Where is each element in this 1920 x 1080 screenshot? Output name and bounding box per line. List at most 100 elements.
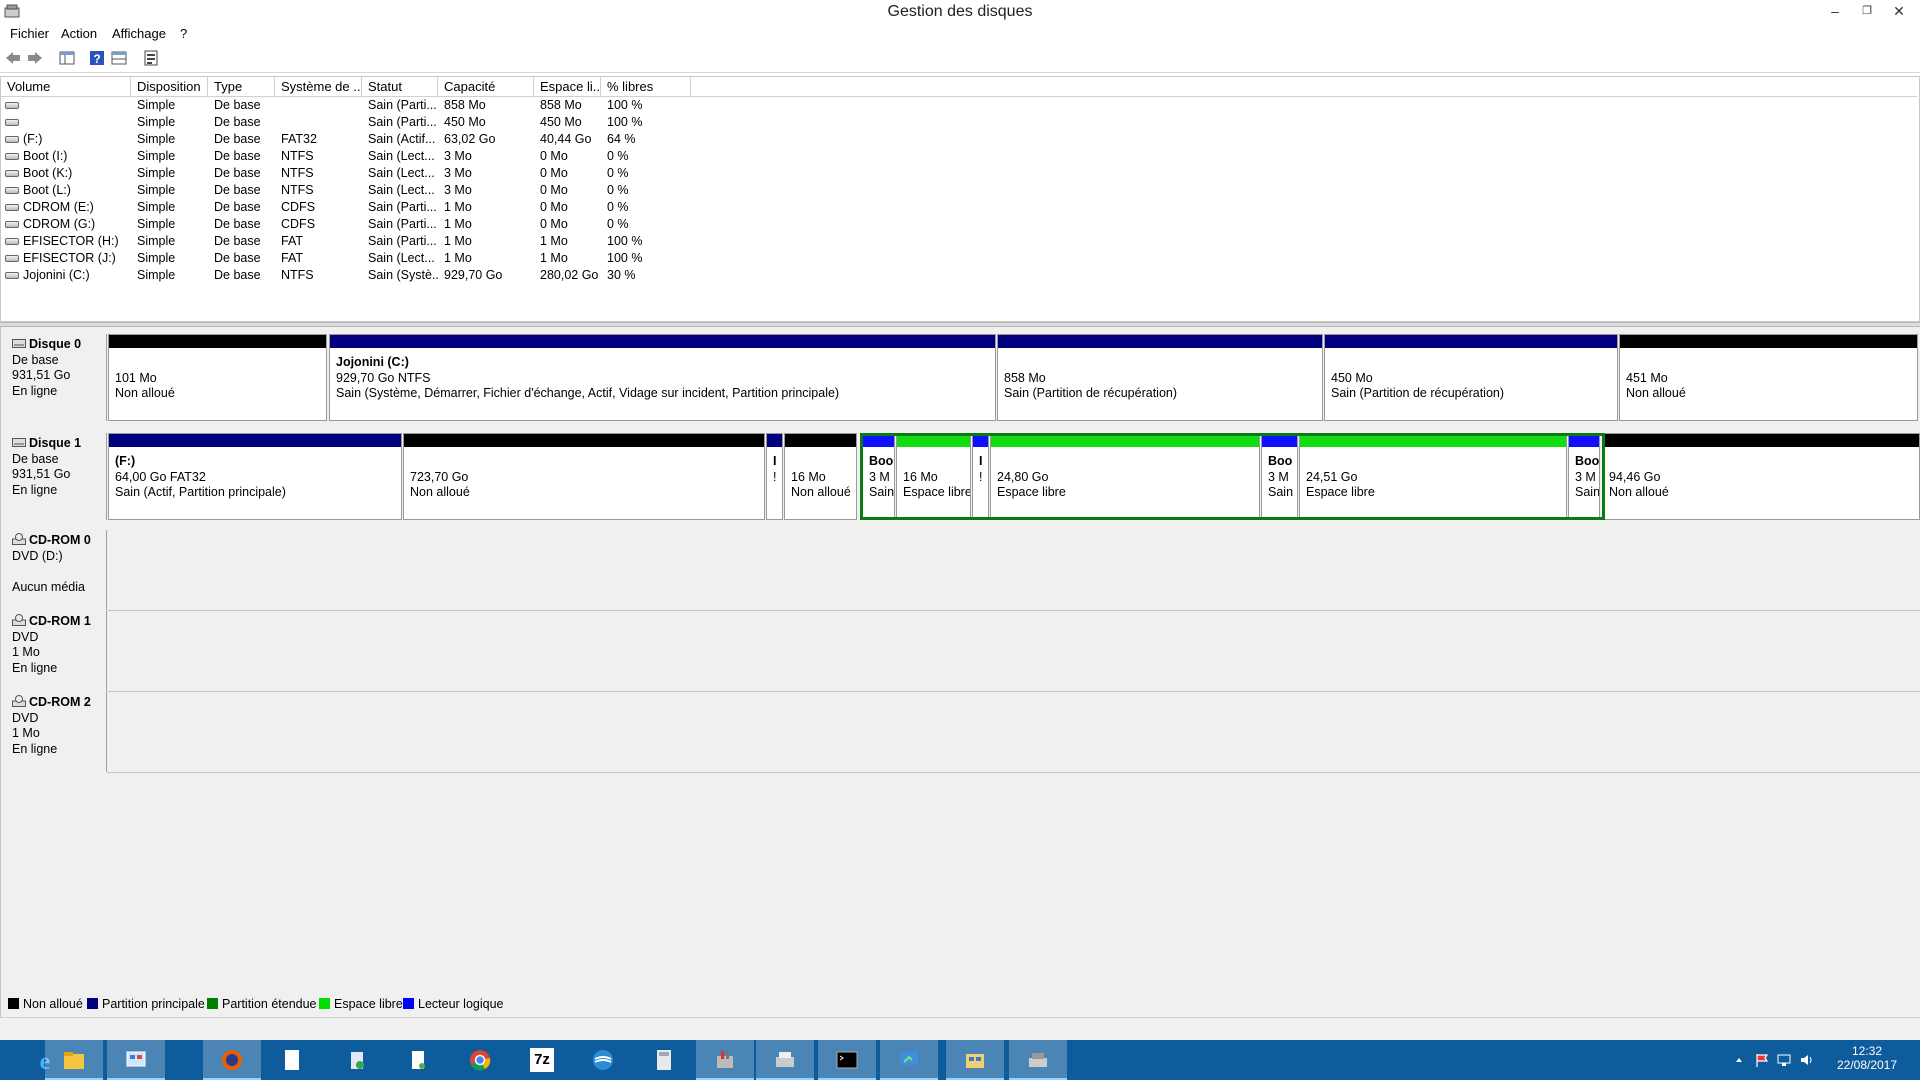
partition-logical[interactable]: Boo 3 M Sain	[1568, 433, 1600, 520]
table-row[interactable]: Boot (L:) Simple De base NTFS Sain (Lect... 3…	[1, 182, 1917, 199]
tools-button[interactable]	[696, 1040, 754, 1080]
minimize-button[interactable]: –	[1820, 0, 1850, 22]
action-center-flag-icon[interactable]	[1754, 1052, 1770, 1068]
table-row[interactable]: CDROM (E:) Simple De base CDFS Sain (Parti..…	[1, 199, 1917, 216]
partition-logical[interactable]: Boo 3 M Sain	[1261, 433, 1298, 520]
partition-free[interactable]: 24,80 Go Espace libre	[990, 433, 1260, 520]
disk-label[interactable]: Disque 0 De base 931,51 Go En ligne	[3, 334, 107, 421]
partition-unallocated[interactable]: 94,46 Go Non alloué	[1602, 433, 1920, 520]
partition-primary[interactable]: 450 Mo Sain (Partition de récupération)	[1324, 334, 1618, 421]
chrome-button[interactable]	[451, 1040, 509, 1080]
partition-unallocated[interactable]: 723,70 Go Non alloué	[403, 433, 765, 520]
partition-bar	[1300, 434, 1566, 447]
cdrom-label[interactable]: CD-ROM 2 DVD 1 Mo En ligne	[3, 692, 107, 772]
file-button[interactable]	[389, 1040, 447, 1080]
menu-bar: Fichier Action Affichage ?	[0, 24, 1920, 44]
partition-status: Sain	[1268, 485, 1294, 499]
table-row[interactable]: Boot (K:) Simple De base NTFS Sain (Lect... 3…	[1, 165, 1917, 182]
volume-icon	[5, 187, 19, 194]
menu-affichage[interactable]: Affichage	[112, 26, 166, 41]
partition-info: 101 Mo Non alloué	[115, 355, 175, 402]
disk-label[interactable]: Disque 1 De base 931,51 Go En ligne	[3, 433, 107, 520]
column-header-status[interactable]: Statut	[362, 77, 438, 96]
status-bar	[0, 1017, 1920, 1040]
partition-unallocated[interactable]: 16 Mo Non alloué	[784, 433, 857, 520]
cdrom-media-area[interactable]	[107, 530, 1920, 611]
menu-help[interactable]: ?	[180, 26, 187, 41]
forward-arrow-icon[interactable]	[26, 49, 44, 67]
table-row[interactable]: Boot (I:) Simple De base NTFS Sain (Lect... 3…	[1, 148, 1917, 165]
column-header-filesystem[interactable]: Système de ...	[275, 77, 362, 96]
table-row[interactable]: CDROM (G:) Simple De base CDFS Sain (Parti..…	[1, 216, 1917, 233]
table-row[interactable]: (F:) Simple De base FAT32 Sain (Actif... 63,0…	[1, 131, 1917, 148]
cd-drive-icon	[12, 695, 26, 707]
column-header-disposition[interactable]: Disposition	[131, 77, 208, 96]
network-button[interactable]	[946, 1040, 1004, 1080]
control-panel-button[interactable]	[107, 1040, 165, 1080]
cdrom-label[interactable]: CD-ROM 0 DVD (D:) Aucun média	[3, 530, 107, 610]
table-row[interactable]: EFISECTOR (J:) Simple De base FAT Sain (Lect…	[1, 250, 1917, 267]
column-header-percent-free[interactable]: % libres	[601, 77, 691, 96]
cell-type: De base	[214, 268, 261, 282]
partition-primary[interactable]: (F:) 64,00 Go FAT32 Sain (Actif, Partition…	[108, 433, 402, 520]
clock[interactable]: 12:32 22/08/2017	[1832, 1040, 1902, 1080]
partition-info: 450 Mo Sain (Partition de récupération)	[1331, 355, 1504, 402]
column-header-capacity[interactable]: Capacité	[438, 77, 534, 96]
table-row[interactable]: Simple De base Sain (Parti... 450 Mo 450 Mo 1…	[1, 114, 1917, 131]
partition-logical[interactable]: Boo 3 M Sain	[862, 433, 895, 520]
cdrom-label[interactable]: CD-ROM 1 DVD 1 Mo En ligne	[3, 611, 107, 691]
partition-status: Espace libre	[997, 485, 1066, 499]
volume-icon	[5, 102, 19, 109]
maximize-button[interactable]: ❐	[1852, 0, 1882, 22]
file-explorer-button[interactable]	[45, 1040, 103, 1080]
partition-size: 723,70 Go	[410, 469, 469, 484]
volume-name: EFISECTOR (J:)	[23, 251, 116, 265]
cdrom-row-0: CD-ROM 0 DVD (D:) Aucun média	[1, 530, 1920, 611]
cell-filesystem: NTFS	[281, 268, 314, 282]
partition-primary[interactable]: Jojonini (C:) 929,70 Go NTFS Sain (Système…	[329, 334, 996, 421]
settings-icon[interactable]	[142, 49, 160, 67]
view-icon[interactable]	[110, 49, 128, 67]
menu-action[interactable]: Action	[61, 26, 97, 41]
table-row[interactable]: EFISECTOR (H:) Simple De base FAT Sain (Part…	[1, 233, 1917, 250]
table-row[interactable]: Jojonini (C:) Simple De base NTFS Sain (Syst…	[1, 267, 1917, 284]
menu-fichier[interactable]: Fichier	[10, 26, 49, 41]
properties-icon[interactable]	[58, 49, 76, 67]
partition-logical[interactable]: I!	[972, 433, 989, 520]
tray-expand-icon[interactable]	[1734, 1055, 1744, 1065]
calculator-button[interactable]	[635, 1040, 693, 1080]
table-row[interactable]: Simple De base Sain (Parti... 858 Mo 858 Mo 1…	[1, 97, 1917, 114]
help-icon[interactable]: ?	[88, 49, 106, 67]
close-button[interactable]: ✕	[1884, 0, 1914, 22]
volume-icon[interactable]	[1799, 1052, 1815, 1068]
firefox-button[interactable]	[203, 1040, 261, 1080]
volume-name: (F:)	[23, 132, 43, 146]
printer-button[interactable]	[756, 1040, 814, 1080]
partition-primary[interactable]: 858 Mo Sain (Partition de récupération)	[997, 334, 1323, 421]
partition-primary[interactable]: I!	[766, 433, 783, 520]
cell-free-space: 0 Mo	[540, 166, 568, 180]
cdrom-media-area[interactable]	[107, 611, 1920, 692]
legend-item-extended: Partition étendue	[207, 997, 317, 1011]
network-status-icon[interactable]	[1776, 1052, 1792, 1068]
disk-management-button[interactable]	[1009, 1040, 1067, 1080]
partition-free[interactable]: 24,51 Go Espace libre	[1299, 433, 1567, 520]
column-header-volume[interactable]: Volume	[1, 77, 131, 96]
partition-size: !	[979, 469, 983, 484]
remote-button[interactable]	[880, 1040, 938, 1080]
partition-unallocated[interactable]: 101 Mo Non alloué	[108, 334, 327, 421]
recycle-button[interactable]	[328, 1040, 386, 1080]
volume-list-header: Volume Disposition Type Système de ... S…	[1, 77, 1917, 97]
document-button[interactable]	[263, 1040, 321, 1080]
cloud-button[interactable]	[574, 1040, 632, 1080]
column-header-free-space[interactable]: Espace li...	[534, 77, 601, 96]
cdrom-media-area[interactable]	[107, 692, 1920, 773]
partition-size: 24,80 Go	[997, 469, 1049, 484]
column-header-type[interactable]: Type	[208, 77, 275, 96]
partition-size: !	[773, 469, 777, 484]
cmd-button[interactable]	[818, 1040, 876, 1080]
back-arrow-icon[interactable]	[4, 49, 22, 67]
partition-unallocated[interactable]: 451 Mo Non alloué	[1619, 334, 1918, 421]
partition-free[interactable]: 16 Mo Espace libre	[896, 433, 971, 520]
7zip-button[interactable]: 7z	[513, 1040, 571, 1080]
